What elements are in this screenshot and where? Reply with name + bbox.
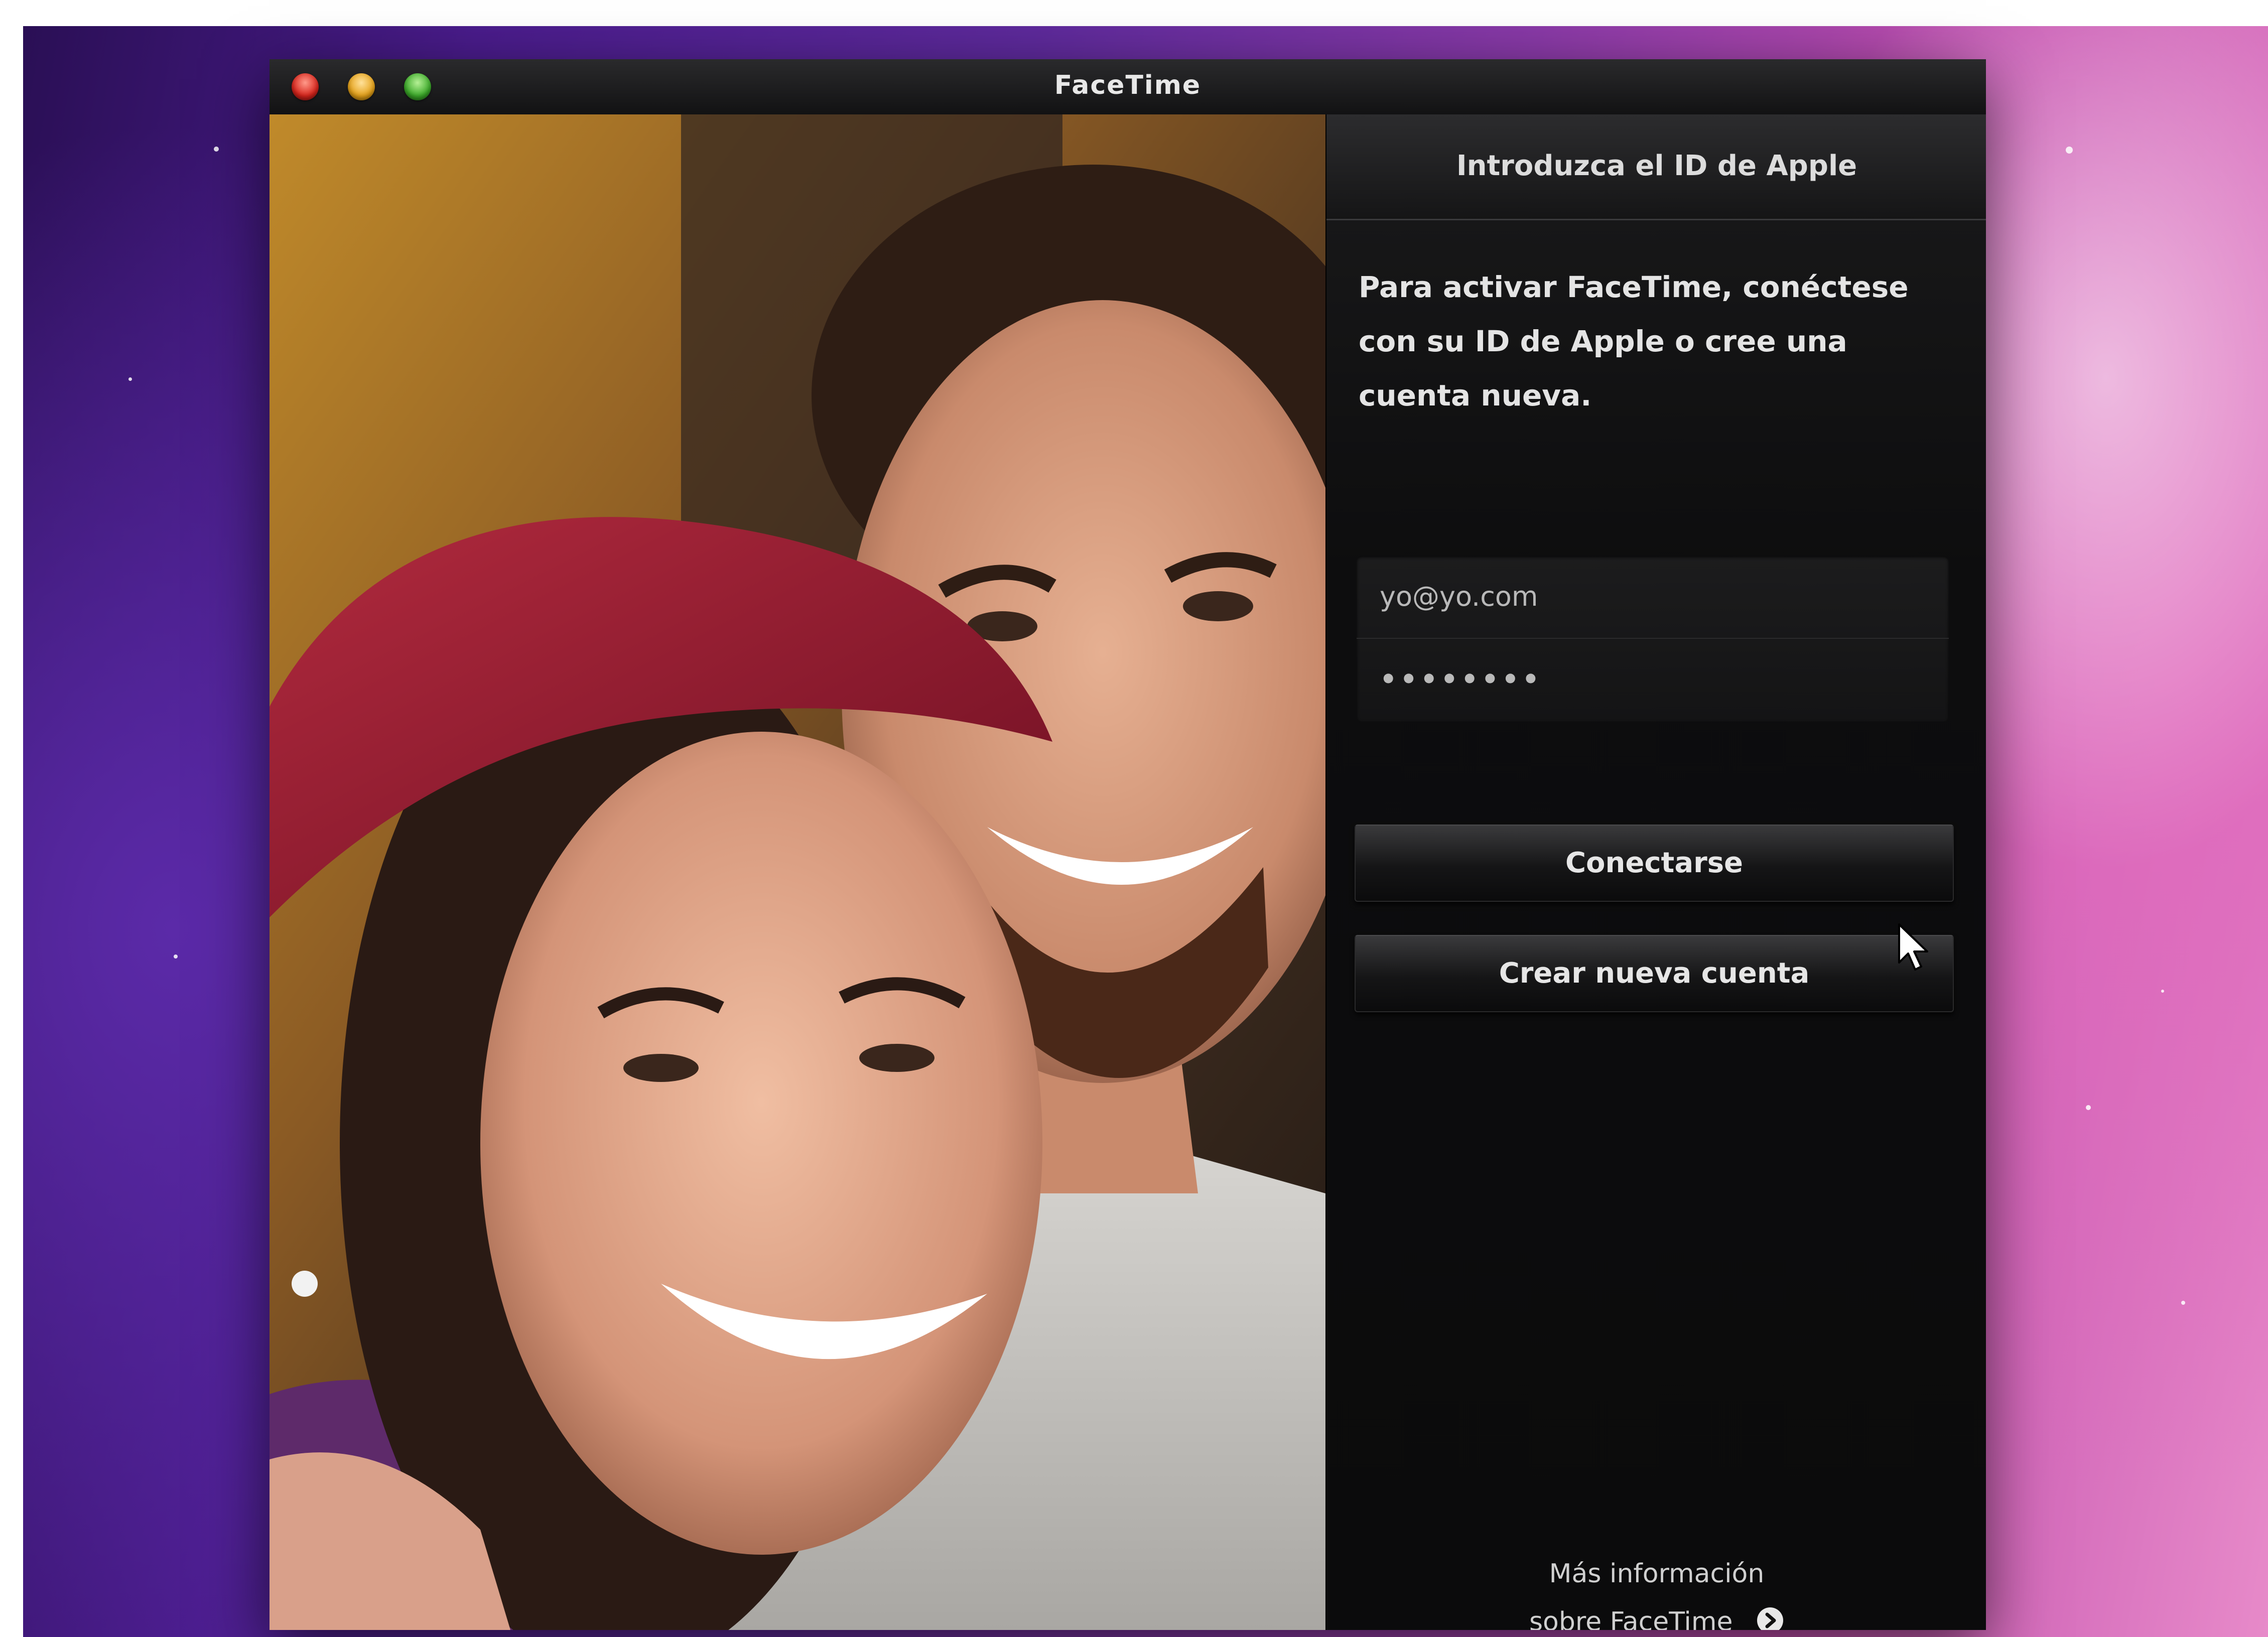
sign-in-button[interactable]: Conectarse: [1355, 825, 1954, 902]
panel-title: Introduzca el ID de Apple: [1456, 150, 1857, 182]
window-title: FaceTime: [1054, 70, 1202, 100]
more-info-line-1: Más información: [1549, 1559, 1765, 1589]
more-info-line-2-text: sobre FaceTime: [1529, 1607, 1733, 1630]
panel-header: Introduzca el ID de Apple: [1326, 114, 1986, 220]
star: [2086, 1105, 2091, 1110]
camera-preview: [270, 114, 1325, 1630]
star: [2066, 147, 2073, 154]
star: [2161, 990, 2164, 993]
star: [214, 147, 219, 152]
star: [128, 377, 132, 381]
star: [2181, 1301, 2185, 1305]
apple-id-field[interactable]: [1357, 556, 1949, 636]
intro-text: Para activar FaceTime, conéctese con su …: [1359, 270, 1909, 413]
password-field[interactable]: [1357, 639, 1949, 719]
star: [174, 954, 178, 959]
more-info-line-2: sobre FaceTime: [1326, 1598, 1986, 1630]
create-account-button[interactable]: Crear nueva cuenta: [1355, 935, 1954, 1012]
camera-preview-image: [270, 114, 1325, 1630]
more-info-link[interactable]: Más información sobre FaceTime: [1326, 1550, 1986, 1630]
credentials-box: [1357, 556, 1949, 722]
mouse-pointer-icon: [1898, 923, 1928, 971]
sign-in-panel: Introduzca el ID de Apple Para activar F…: [1325, 114, 1986, 1630]
arrow-circle-icon[interactable]: [1756, 1606, 1784, 1630]
title-bar[interactable]: FaceTime: [270, 59, 1986, 115]
facetime-window: FaceTime Introduzca el ID de Apple Para …: [270, 59, 1986, 1630]
